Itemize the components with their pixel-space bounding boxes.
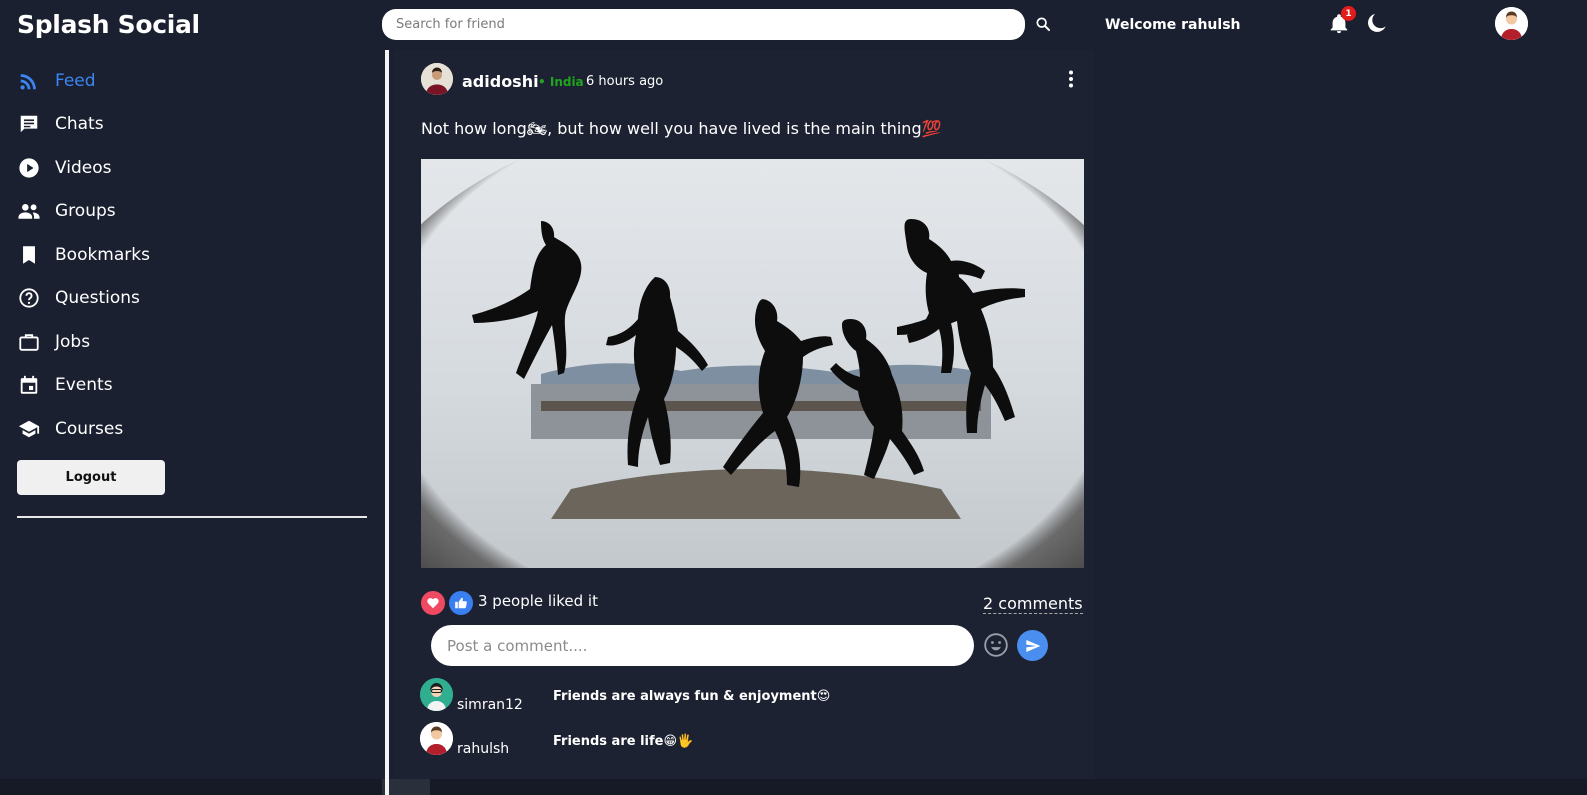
avatar[interactable] <box>420 722 453 755</box>
bottom-bar <box>0 779 1587 795</box>
more-vert-icon[interactable] <box>1063 68 1079 90</box>
send-button[interactable] <box>1017 630 1048 661</box>
bookmark-icon <box>17 243 41 267</box>
comment-username[interactable]: simran12 <box>457 697 523 713</box>
logout-button[interactable]: Logout <box>17 460 165 495</box>
post-image <box>421 159 1084 568</box>
search-input[interactable] <box>382 9 1025 40</box>
sidebar-item-label: Groups <box>55 201 116 221</box>
horizontal-scrollbar[interactable] <box>382 779 430 795</box>
post-timestamp: 6 hours ago <box>586 74 664 89</box>
chat-icon <box>17 112 41 136</box>
top-header: Splash Social Welcome rahulsh 1 <box>0 0 1587 52</box>
sidebar-item-feed[interactable]: Feed <box>17 66 317 96</box>
feed-divider <box>385 50 389 795</box>
comment-username[interactable]: rahulsh <box>457 741 509 757</box>
rss-icon <box>17 69 41 93</box>
comments-link[interactable]: 2 comments <box>983 594 1083 614</box>
sidebar-item-label: Jobs <box>55 332 91 352</box>
avatar[interactable] <box>1495 7 1528 40</box>
comment-text: Friends are life😁🖐 <box>553 734 694 749</box>
comment-text: Friends are always fun & enjoyment😍 <box>553 689 831 704</box>
emoji-icon[interactable] <box>983 632 1009 658</box>
sidebar-item-label: Events <box>55 375 113 395</box>
post-username[interactable]: adidoshi <box>462 72 539 91</box>
heart-icon[interactable] <box>421 591 445 615</box>
sidebar-item-groups[interactable]: Groups <box>17 196 317 226</box>
sidebar-item-events[interactable]: Events <box>17 370 317 400</box>
thumbs-up-icon[interactable] <box>449 591 473 615</box>
divider <box>17 516 367 518</box>
sidebar-item-label: Chats <box>55 114 104 134</box>
moon-icon[interactable] <box>1366 12 1388 34</box>
sidebar-item-questions[interactable]: Questions <box>17 283 317 313</box>
app-brand[interactable]: Splash Social <box>17 10 200 39</box>
send-icon <box>1025 639 1040 652</box>
help-circle-icon <box>17 286 41 310</box>
sidebar-item-label: Videos <box>55 158 112 178</box>
welcome-text: Welcome rahulsh <box>1105 17 1241 33</box>
play-circle-icon <box>17 156 41 180</box>
sidebar-item-label: Bookmarks <box>55 245 150 265</box>
avatar[interactable] <box>421 63 453 95</box>
notification-badge: 1 <box>1341 6 1356 21</box>
school-icon <box>17 417 41 441</box>
sidebar-item-label: Questions <box>55 288 140 308</box>
sidebar-item-courses[interactable]: Courses <box>17 414 317 444</box>
likes-count: 3 people liked it <box>478 592 598 610</box>
sidebar-item-bookmarks[interactable]: Bookmarks <box>17 240 317 270</box>
sidebar-item-chats[interactable]: Chats <box>17 109 317 139</box>
sidebar-item-videos[interactable]: Videos <box>17 153 317 183</box>
comment-input[interactable] <box>431 625 974 666</box>
sidebar-item-jobs[interactable]: Jobs <box>17 327 317 357</box>
avatar[interactable] <box>420 678 453 711</box>
calendar-icon <box>17 373 41 397</box>
search-icon[interactable] <box>1033 14 1053 34</box>
group-icon <box>17 199 41 223</box>
sidebar-item-label: Feed <box>55 71 96 91</box>
post-location: • India <box>538 75 584 89</box>
briefcase-icon <box>17 330 41 354</box>
sidebar-item-label: Courses <box>55 419 124 439</box>
post-text: Not how long🏍, but how well you have liv… <box>421 119 942 138</box>
